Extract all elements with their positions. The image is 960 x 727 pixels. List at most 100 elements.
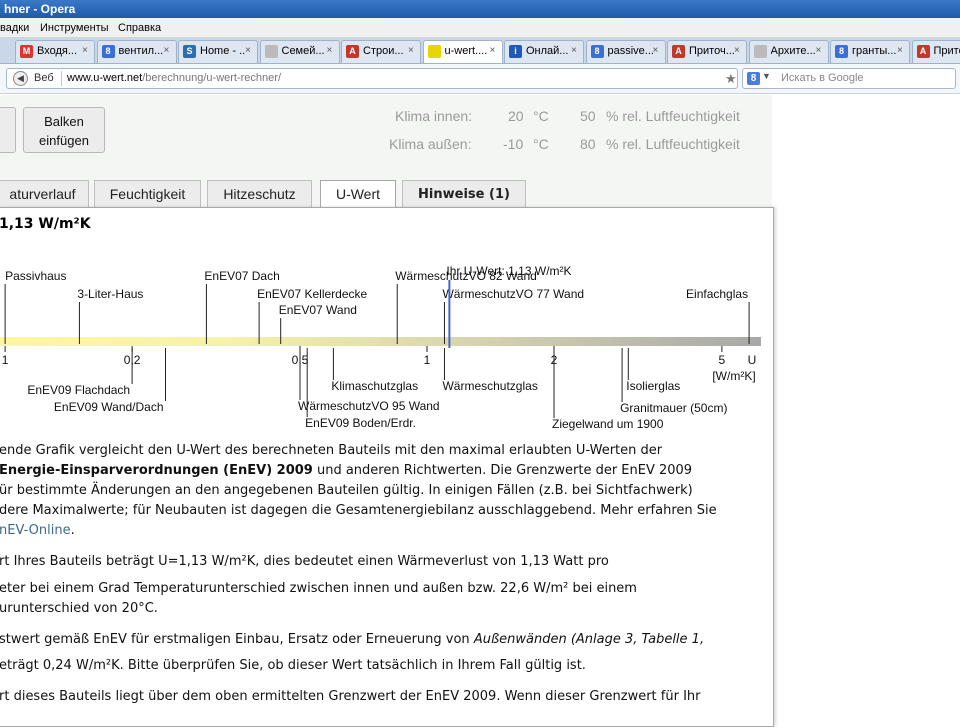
browser-tab-bar: MВходя...×8вентил...×SHome - ...×Семей..… — [0, 38, 960, 64]
u-value-scale-chart: 10,20,5125U[W/m²K]Passivhaus3-Liter-Haus… — [0, 246, 769, 436]
browser-tab-label: Приточ... — [689, 41, 735, 61]
climate-outside-temp[interactable]: -10 — [503, 136, 523, 152]
browser-tab-label: Приточ... — [934, 41, 960, 61]
tab-favicon-icon — [265, 45, 278, 58]
tab-favicon-icon: 8 — [591, 45, 604, 58]
tab-favicon-icon: M — [20, 45, 33, 58]
tab-temperaturverlauf[interactable]: aturverlauf — [0, 180, 89, 208]
paragraph-1-line-2-rest: und anderen Richtwerten. Die Grenzwerte … — [313, 463, 692, 478]
browser-tab[interactable]: Семей...× — [260, 40, 340, 63]
paragraph-2-line-2: eter bei einem Grad Temperaturunterschie… — [0, 581, 637, 596]
browser-tab-label: Онлай... — [526, 41, 572, 61]
reference-label-below: WärmeschutzVO 95 Wand — [298, 399, 440, 413]
reference-label-above: Einfachglas — [686, 287, 748, 301]
tab-favicon-icon: 8 — [102, 45, 115, 58]
paragraph-3-line-1-text: stwert gemäß EnEV für erstmaligen Einbau… — [0, 632, 474, 647]
climate-outside-humidity[interactable]: 80 — [580, 136, 596, 152]
browser-tab[interactable]: 8 passive...× — [586, 40, 666, 63]
enev-bold-text: Energie-Einsparverordnungen (EnEV) 2009 — [0, 463, 313, 478]
reference-label-below: EnEV09 Wand/Dach — [54, 400, 164, 414]
reference-label-below: Ziegelwand um 1900 — [552, 417, 664, 431]
climate-inside-temp[interactable]: 20 — [508, 108, 524, 124]
url-domain: www.u-wert.net — [67, 72, 142, 84]
url-path: /berechnung/u-wert-rechner/ — [142, 72, 281, 84]
u-value-scale-bar — [0, 337, 761, 346]
climate-inside-humidity[interactable]: 50 — [580, 108, 596, 124]
chevron-down-icon[interactable]: ▼ — [762, 71, 771, 81]
tab-u-wert[interactable]: U-Wert — [320, 180, 396, 209]
paragraph-3-line-1: stwert gemäß EnEV für erstmaligen Einbau… — [0, 632, 704, 647]
close-tab-icon[interactable]: × — [571, 47, 579, 55]
menu-item-help[interactable]: Справка — [118, 18, 161, 38]
paragraph-1-line-1: ende Grafik vergleicht den U-Wert des be… — [0, 443, 662, 458]
reference-label-above: EnEV07 Kellerdecke — [257, 287, 367, 301]
reference-label-above: 3-Liter-Haus — [77, 287, 143, 301]
bookmark-star-icon[interactable]: ★ — [725, 71, 737, 87]
tab-favicon-icon: A — [672, 45, 685, 58]
reference-label-above: WärmeschutzVO 77 Wand — [442, 287, 584, 301]
paragraph-2-line-3: urunterschied von 20°C. — [0, 601, 158, 616]
close-tab-icon[interactable]: × — [897, 47, 905, 55]
tab-favicon-icon — [754, 45, 767, 58]
balken-einfuegen-button[interactable]: Balken einfügen — [23, 107, 105, 153]
close-tab-icon[interactable]: × — [327, 47, 335, 55]
search-placeholder: Искать в Google — [781, 72, 864, 84]
search-field[interactable]: 8 ▼ Искать в Google — [742, 68, 956, 89]
paragraph-1-line-3: ür bestimmte Änderungen an den angegeben… — [0, 483, 693, 498]
paragraph-1-line-4: dere Maximalwerte; für Neubauten ist dag… — [0, 503, 717, 518]
close-tab-icon[interactable]: × — [816, 47, 824, 55]
climate-inside-label: Klima innen: — [395, 108, 472, 124]
browser-tab[interactable]: A Приточ...× — [667, 40, 747, 63]
web-label: Веб — [34, 72, 54, 84]
menu-item-tools[interactable]: Инструменты — [40, 18, 109, 38]
browser-tab[interactable]: 8 вентил...× — [97, 40, 177, 63]
browser-tab[interactable]: Архите...× — [749, 40, 829, 63]
close-tab-icon[interactable]: × — [490, 47, 498, 55]
url-separator — [61, 71, 62, 86]
climate-outside-label: Klima außen: — [389, 136, 471, 152]
close-tab-icon[interactable]: × — [245, 47, 253, 55]
reference-label-below: Klimaschutzglas — [331, 379, 418, 393]
tab-hitzeschutz[interactable]: Hitzeschutz — [207, 180, 312, 208]
close-tab-icon[interactable]: × — [408, 47, 416, 55]
browser-tab[interactable]: AПриточ...× — [912, 40, 960, 63]
toolbar-button-left[interactable] — [0, 107, 16, 153]
browser-tab[interactable]: SHome - ...× — [178, 40, 258, 63]
u-wert-panel: 1,13 W/m²K 10,20,5125U[W/m²K]Passivhaus3… — [0, 207, 774, 727]
google-icon[interactable]: 8 — [747, 72, 760, 85]
enev-online-link[interactable]: nEV-Online — [0, 523, 71, 538]
back-icon[interactable]: ◀ — [13, 71, 28, 86]
close-tab-icon[interactable]: × — [82, 47, 90, 55]
browser-tab-label: гранты... — [852, 41, 898, 61]
browser-tab[interactable]: 8гранты...× — [830, 40, 910, 63]
browser-tab-label: u-wert.... — [445, 41, 491, 61]
tab-favicon-icon — [428, 45, 441, 58]
close-tab-icon[interactable]: × — [734, 47, 742, 55]
tab-feuchtigkeit[interactable]: Feuchtigkeit — [94, 180, 201, 208]
browser-tab[interactable]: i Онлай...× — [504, 40, 584, 63]
close-tab-icon[interactable]: × — [653, 47, 661, 55]
u-value-heading: 1,13 W/m²K — [0, 216, 91, 232]
url-text[interactable]: www.u-wert.net/berechnung/u-wert-rechner… — [67, 72, 281, 84]
humidity-unit: % rel. Luftfeuchtigkeit — [606, 108, 740, 124]
browser-tab-label: вентил... — [119, 41, 165, 61]
paragraph-4-line-1: rt dieses Bauteils liegt über dem oben e… — [0, 689, 701, 704]
browser-tab[interactable]: AСтрои...× — [341, 40, 421, 63]
axis-unit-label: U — [748, 353, 757, 367]
browser-tab[interactable]: u-wert....× — [423, 40, 503, 63]
tab-hinweise[interactable]: Hinweise (1) — [402, 180, 526, 208]
window-title-bar: hner - Opera — [0, 0, 960, 18]
paragraph-3-line-2: eträgt 0,24 W/m²K. Bitte überprüfen Sie,… — [0, 658, 586, 673]
menu-item-view[interactable]: вадки — [0, 18, 29, 38]
tab-favicon-icon: A — [917, 45, 930, 58]
paragraph-1-line-5: nEV-Online. — [0, 523, 75, 538]
url-field[interactable]: ◀ Веб www.u-wert.net/berechnung/u-wert-r… — [6, 68, 738, 89]
browser-tab[interactable]: MВходя...× — [15, 40, 95, 63]
close-tab-icon[interactable]: × — [164, 47, 172, 55]
reference-label-above: EnEV07 Wand — [279, 303, 357, 317]
browser-tab-label: passive... — [608, 41, 654, 61]
tab-favicon-icon: i — [509, 45, 522, 58]
web-page: Balken einfügen Klima innen: 20 °C 50 % … — [0, 95, 960, 720]
temp-unit: °C — [533, 108, 549, 124]
axis-tick-label: 1 — [2, 353, 9, 367]
